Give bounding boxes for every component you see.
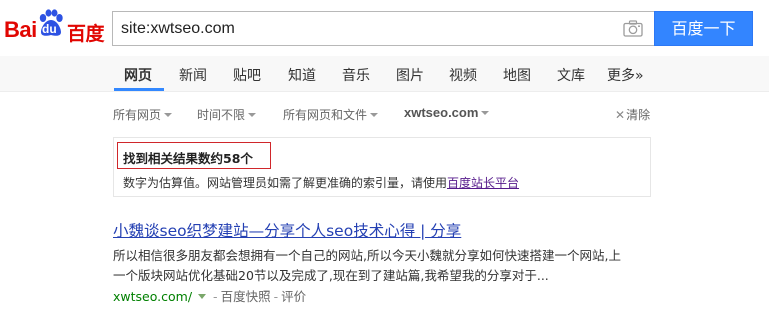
logo-du-text: du (42, 22, 57, 36)
logo-cn-text: 百度 (67, 23, 105, 45)
webmaster-platform-link[interactable]: 百度站长平台 (447, 176, 519, 190)
search-box (112, 11, 654, 46)
result-abstract-line: 一个版块网站优化基础20节以及完成了,现在到了建站篇,我希望我的分享对于... (113, 268, 549, 283)
tab-music[interactable]: 音乐 (342, 65, 370, 85)
result-abstract-line: 所以相信很多朋友都会想拥有一个自己的网站,所以今天小魏就分享如何快速搭建一个网站… (113, 248, 621, 263)
snapshot-link[interactable]: 百度快照 (221, 289, 271, 304)
filter-time-label: 时间不限 (197, 108, 246, 122)
clear-filter-label: 清除 (626, 108, 651, 122)
tab-wenku[interactable]: 文库 (557, 65, 585, 85)
logo-bai-text: Bai (4, 17, 37, 42)
caret-down-icon (370, 112, 379, 117)
filter-all-pages[interactable]: 所有网页 (113, 106, 173, 123)
review-link[interactable]: 评价 (281, 289, 306, 304)
result-count: 找到相关结果数约58个 (123, 151, 253, 166)
search-input[interactable] (121, 12, 611, 45)
result-count-note-text: 数字为估算值。网站管理员如需了解更准确的索引量，请使用 (123, 176, 448, 190)
url-dropdown-icon[interactable] (198, 294, 207, 299)
camera-icon[interactable] (623, 20, 643, 37)
tab-images[interactable]: 图片 (396, 65, 424, 85)
filter-site[interactable]: xwtseo.com (404, 105, 490, 120)
result-meta: xwtseo.com/- 百度快照 - 评价 (113, 286, 306, 305)
tab-map[interactable]: 地图 (503, 65, 531, 85)
baidu-logo[interactable]: Bai du 百度 (4, 8, 106, 48)
clear-filter-button[interactable]: ✕清除 (615, 106, 650, 123)
meta-separator: - (273, 289, 279, 304)
caret-down-icon (248, 112, 257, 117)
nav-tabs: 网页 新闻 贴吧 知道 音乐 图片 视频 地图 文库 更多» (0, 56, 769, 92)
tab-tieba[interactable]: 贴吧 (233, 65, 261, 85)
tab-news[interactable]: 新闻 (179, 65, 207, 85)
result-count-note: 数字为估算值。网站管理员如需了解更准确的索引量，请使用百度站长平台 (123, 174, 519, 191)
caret-down-icon (164, 112, 173, 117)
filter-file-type[interactable]: 所有网页和文件 (283, 106, 379, 123)
result-abstract: 所以相信很多朋友都会想拥有一个自己的网站,所以今天小魏就分享如何快速搭建一个网站… (113, 246, 658, 286)
close-icon: ✕ (615, 108, 626, 122)
caret-down-icon (481, 110, 490, 115)
result-title-link[interactable]: 小魏谈seo织梦建站—分享个人seo技术心得 | 分享 (113, 219, 461, 241)
search-button[interactable]: 百度一下 (654, 11, 753, 46)
filter-file-type-label: 所有网页和文件 (283, 108, 368, 122)
meta-separator: - (213, 289, 218, 304)
tab-more[interactable]: 更多» (607, 65, 644, 85)
filter-all-pages-label: 所有网页 (113, 108, 162, 122)
tab-web[interactable]: 网页 (124, 65, 152, 85)
header: Bai du 百度 百度一下 (0, 0, 769, 56)
tab-video[interactable]: 视频 (449, 65, 477, 85)
filter-time[interactable]: 时间不限 (197, 106, 257, 123)
tab-zhidao[interactable]: 知道 (288, 65, 316, 85)
filter-site-label: xwtseo.com (404, 105, 479, 120)
result-url[interactable]: xwtseo.com/ (113, 289, 192, 304)
active-tab-indicator (114, 88, 164, 91)
